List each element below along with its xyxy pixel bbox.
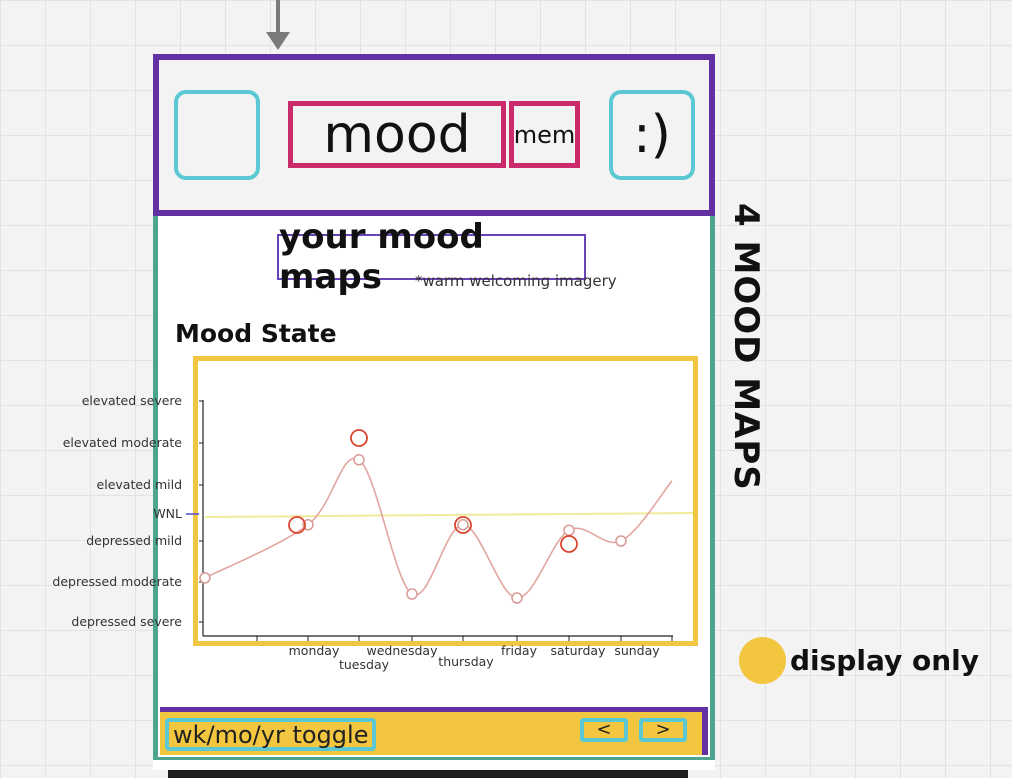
wnl-line <box>204 512 694 518</box>
side-title: 4 MOOD MAPS <box>726 203 766 491</box>
side-title-text: 4 MOOD MAPS <box>726 203 766 491</box>
y-tick-label: elevated moderate <box>63 435 183 450</box>
prev-button[interactable]: < <box>580 718 628 742</box>
mood-series-line <box>204 457 673 599</box>
highlight-point <box>350 429 368 447</box>
period-toggle[interactable]: wk/mo/yr toggle <box>165 718 376 751</box>
next-button[interactable]: > <box>639 718 687 742</box>
y-tick-label: depressed mild <box>86 533 182 548</box>
x-tick-label: monday <box>289 643 340 658</box>
x-tick-label: thursday <box>438 654 494 669</box>
bottom-strip <box>153 760 715 770</box>
x-tick-label: saturday <box>551 643 607 658</box>
legend-label: display only <box>790 644 979 677</box>
data-point <box>563 524 575 536</box>
y-tick-label: elevated severe <box>82 393 183 408</box>
y-tick-label: WNL <box>153 506 182 521</box>
y-tick-label: elevated mild <box>97 477 182 492</box>
x-tick-label: tuesday <box>339 657 390 672</box>
x-tick-label: sunday <box>614 643 660 658</box>
data-point <box>511 592 523 604</box>
data-point <box>406 588 418 600</box>
data-point <box>199 572 211 584</box>
legend-swatch <box>739 637 786 684</box>
data-point <box>457 519 469 531</box>
highlight-point <box>560 535 578 553</box>
data-point <box>615 535 627 547</box>
y-tick-label: depressed severe <box>71 614 182 629</box>
data-point <box>353 454 365 466</box>
x-tick-label: wednesday <box>367 643 439 658</box>
x-tick-label: friday <box>501 643 538 658</box>
y-tick-label: depressed moderate <box>52 574 182 589</box>
bottom-edge <box>168 770 688 778</box>
